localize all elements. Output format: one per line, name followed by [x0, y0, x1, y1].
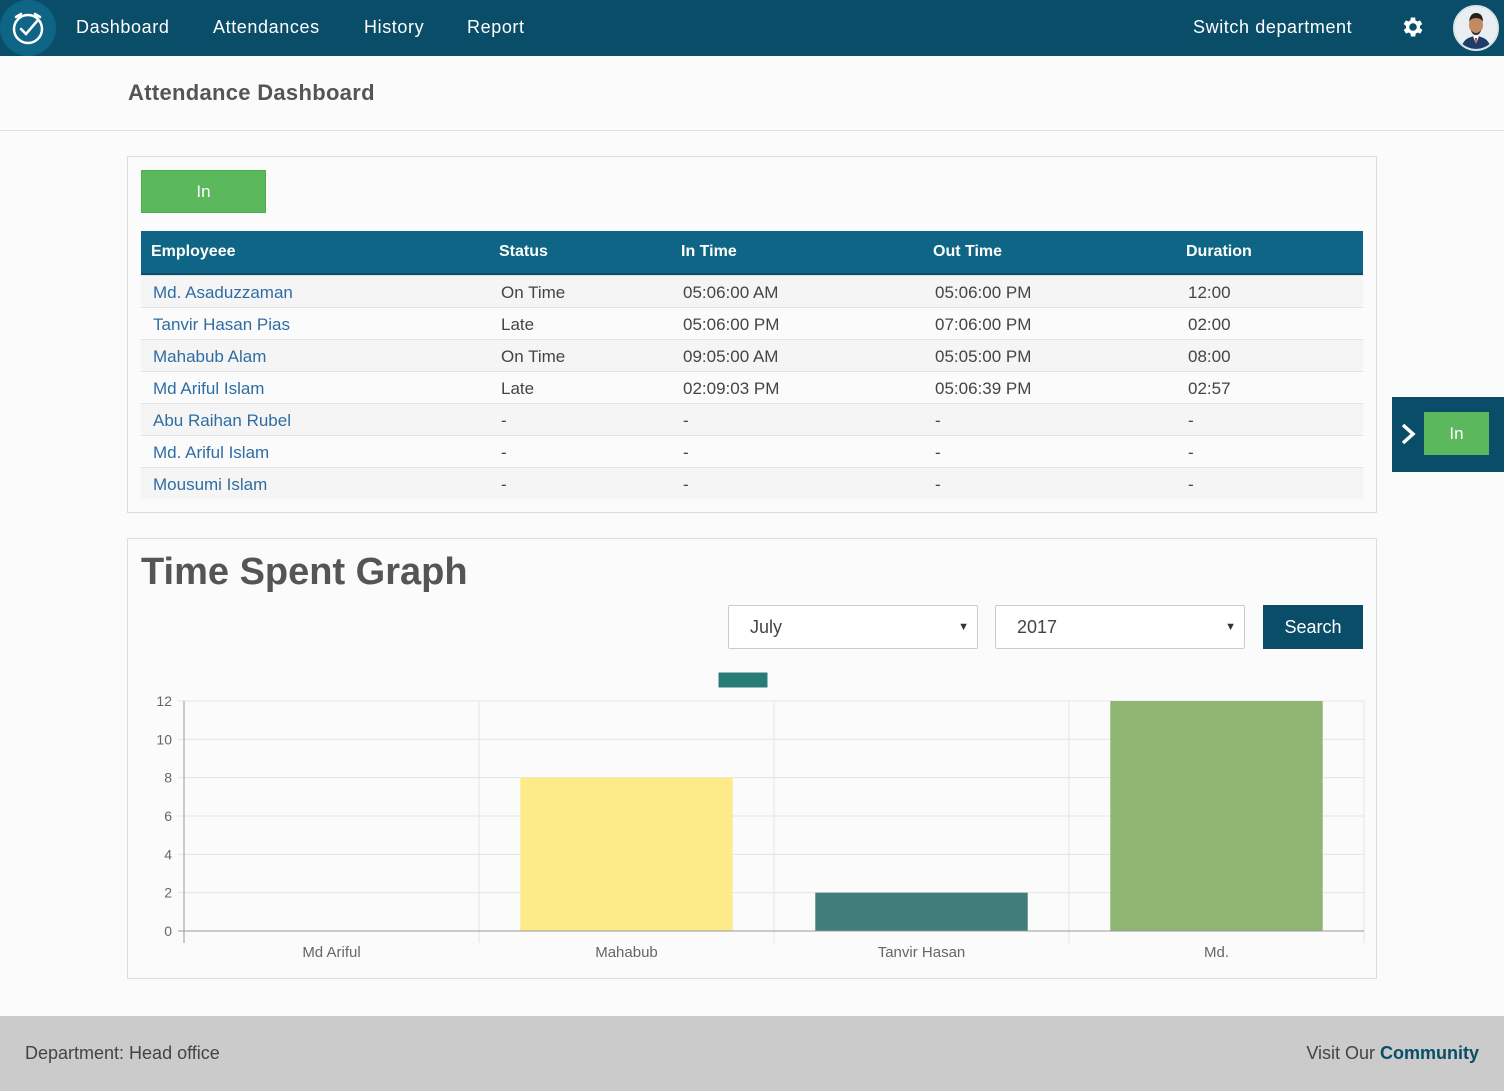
out-time-cell: -	[935, 443, 941, 462]
clock-check-icon[interactable]	[0, 0, 56, 56]
table-body: Md. Asaduzzaman On Time 05:06:00 AM 05:0…	[141, 275, 1363, 499]
employee-link[interactable]: Mahabub Alam	[153, 347, 266, 367]
status-cell: -	[501, 475, 507, 494]
x-tick-label: Mahabub	[595, 944, 658, 961]
x-tick-label: Md Ariful	[302, 944, 360, 961]
status-cell: On Time	[501, 283, 566, 302]
community-link[interactable]: Community	[1380, 1043, 1479, 1063]
table-row: Abu Raihan Rubel - - - -	[141, 403, 1363, 435]
y-tick-label: 2	[164, 885, 172, 901]
month-value: July	[750, 617, 783, 637]
footer: Department: Head office Visit Our Commun…	[0, 1016, 1504, 1091]
table-header: Employeee Status In Time Out Time Durati…	[141, 231, 1363, 275]
duration-cell: 12:00	[1188, 283, 1231, 302]
employee-link[interactable]: Md. Ariful Islam	[153, 443, 269, 463]
month-select[interactable]: July ▼	[728, 605, 978, 649]
chevron-right-icon[interactable]	[1398, 421, 1418, 447]
x-tick-label: Tanvir Hasan	[878, 944, 966, 961]
y-tick-label: 12	[156, 693, 172, 709]
duration-cell: -	[1188, 443, 1194, 462]
status-cell: -	[501, 443, 507, 462]
col-employee[interactable]: Employeee	[151, 243, 235, 261]
footer-community: Visit Our Community	[1306, 1043, 1479, 1064]
in-time-cell: 02:09:03 PM	[683, 379, 780, 398]
out-time-cell: -	[935, 475, 941, 494]
in-time-cell: -	[683, 411, 689, 430]
out-time-cell: 05:05:00 PM	[935, 347, 1032, 366]
bar-md	[1110, 701, 1323, 931]
attendance-table: Employeee Status In Time Out Time Durati…	[141, 231, 1363, 499]
employee-link[interactable]: Tanvir Hasan Pias	[153, 315, 290, 335]
table-row: Tanvir Hasan Pias Late 05:06:00 PM 07:06…	[141, 307, 1363, 339]
gear-icon[interactable]	[1400, 14, 1426, 40]
nav-dashboard[interactable]: Dashboard	[76, 0, 169, 56]
duration-cell: 08:00	[1188, 347, 1231, 366]
chevron-down-icon: ▼	[958, 621, 969, 633]
y-tick-label: 10	[156, 731, 172, 747]
col-duration[interactable]: Duration	[1186, 243, 1252, 261]
employee-link[interactable]: Md. Asaduzzaman	[153, 283, 293, 303]
duration-cell: -	[1188, 411, 1194, 430]
status-cell: -	[501, 411, 507, 430]
chevron-down-icon: ▼	[1225, 621, 1236, 633]
duration-cell: -	[1188, 475, 1194, 494]
col-out-time[interactable]: Out Time	[933, 243, 1002, 261]
search-button[interactable]: Search	[1263, 605, 1363, 649]
year-value: 2017	[1017, 617, 1058, 637]
out-time-cell: -	[935, 411, 941, 430]
y-tick-label: 4	[164, 846, 172, 862]
out-time-cell: 07:06:00 PM	[935, 315, 1032, 334]
x-tick-label: Md.	[1204, 944, 1229, 961]
y-tick-label: 6	[164, 808, 172, 824]
out-time-cell: 05:06:39 PM	[935, 379, 1032, 398]
in-time-cell: 09:05:00 AM	[683, 347, 779, 366]
quick-checkin-tab: In	[1392, 397, 1504, 472]
switch-department-link[interactable]: Switch department	[1193, 0, 1352, 56]
table-row: Md. Asaduzzaman On Time 05:06:00 AM 05:0…	[141, 275, 1363, 307]
duration-cell: 02:57	[1188, 379, 1231, 398]
footer-department: Department: Head office	[25, 1043, 220, 1063]
employee-link[interactable]: Abu Raihan Rubel	[153, 411, 291, 431]
graph-title: Time Spent Graph	[141, 551, 468, 593]
footer-visit-text: Visit Our	[1306, 1043, 1380, 1063]
duration-cell: 02:00	[1188, 315, 1231, 334]
legend-swatch	[717, 671, 769, 689]
table-row: Mahabub Alam On Time 09:05:00 AM 05:05:0…	[141, 339, 1363, 371]
nav-report[interactable]: Report	[467, 0, 525, 56]
table-row: Md. Ariful Islam - - - -	[141, 435, 1363, 467]
out-time-cell: 05:06:00 PM	[935, 283, 1032, 302]
side-check-in-button[interactable]: In	[1424, 412, 1489, 455]
page-title: Attendance Dashboard	[128, 80, 375, 105]
status-cell: Late	[501, 315, 535, 334]
user-avatar[interactable]	[1453, 5, 1499, 51]
col-in-time[interactable]: In Time	[681, 243, 737, 261]
table-row: Mousumi Islam - - - -	[141, 467, 1363, 499]
nav-history[interactable]: History	[364, 0, 424, 56]
employee-link[interactable]: Mousumi Islam	[153, 475, 267, 495]
page-header: Attendance Dashboard	[0, 56, 1504, 131]
bar-tanvir-hasan	[815, 892, 1028, 931]
y-tick-label: 0	[164, 923, 172, 939]
time-spent-panel: Time Spent Graph July ▼ 2017 ▼ Search 0 2…	[127, 538, 1377, 979]
top-navbar: Dashboard Attendances History Report Swi…	[0, 0, 1504, 56]
time-spent-chart: 0 2 4 6 8 10 12 Md Ariful Mahabub Tanvir Hasan Md.	[156, 671, 1365, 961]
in-time-cell: -	[683, 443, 689, 462]
nav-attendances[interactable]: Attendances	[213, 0, 320, 56]
bar-mahabub	[520, 777, 733, 931]
status-cell: On Time	[501, 347, 566, 366]
employee-link[interactable]: Md Ariful Islam	[153, 379, 264, 399]
year-select[interactable]: 2017 ▼	[995, 605, 1245, 649]
check-in-button[interactable]: In	[141, 170, 266, 213]
in-time-cell: 05:06:00 AM	[683, 283, 779, 302]
status-cell: Late	[501, 379, 535, 398]
col-status[interactable]: Status	[499, 243, 548, 261]
in-time-cell: 05:06:00 PM	[683, 315, 780, 334]
attendance-panel: In Employeee Status In Time Out Time Dur…	[127, 156, 1377, 513]
in-time-cell: -	[683, 475, 689, 494]
y-tick-label: 8	[164, 770, 172, 786]
table-row: Md Ariful Islam Late 02:09:03 PM 05:06:3…	[141, 371, 1363, 403]
